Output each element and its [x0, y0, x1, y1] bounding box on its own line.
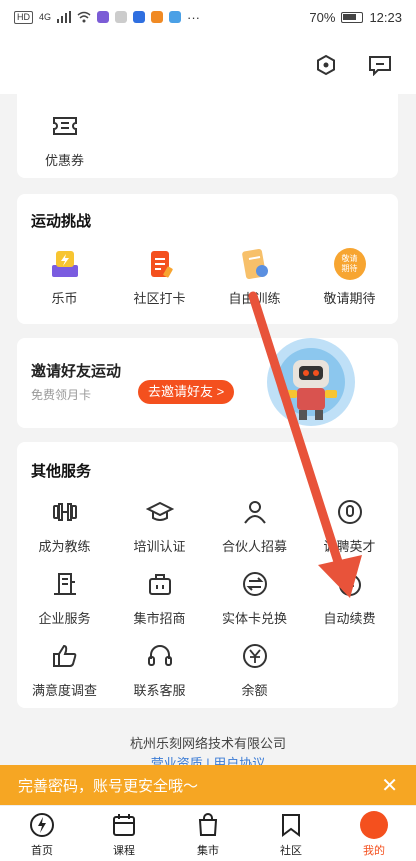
invite-friends-button[interactable]: 去邀请好友 >	[138, 380, 235, 404]
service-label: 企业服务	[38, 611, 91, 626]
building-icon	[17, 566, 112, 602]
service-label: 集市招商	[133, 611, 186, 626]
coupon-card: 优惠券	[17, 94, 398, 178]
challenge-label: 敬请期待	[323, 291, 376, 306]
clock: 12:23	[369, 9, 402, 25]
challenge-item-coming-soon[interactable]: 敬请 期待 敬请期待	[302, 246, 397, 307]
headset-icon	[112, 638, 207, 674]
tab-bar: 首页 课程 集市 社区 我的	[0, 805, 416, 861]
training-card-icon	[207, 246, 302, 282]
download-icon	[115, 11, 128, 23]
person-icon	[207, 494, 302, 530]
battery-icon	[341, 11, 364, 23]
exchange-icon	[207, 566, 302, 602]
tab-label: 我的	[363, 845, 385, 857]
status-left: HD 4G ···	[14, 10, 200, 25]
service-item-survey[interactable]: 满意度调查	[17, 638, 112, 699]
checkin-note-icon	[112, 246, 207, 282]
coin-box-icon	[17, 246, 112, 282]
service-label: 实体卡兑换	[221, 611, 287, 626]
shopping-bag-icon	[178, 810, 238, 840]
tab-label: 社区	[280, 845, 302, 857]
coupon-item[interactable]: 优惠券	[17, 108, 112, 169]
app-orange-icon	[151, 11, 164, 23]
invite-subtitle: 免费领月卡	[31, 388, 92, 402]
tab-courses[interactable]: 课程	[94, 810, 154, 858]
tab-label: 课程	[113, 845, 135, 857]
service-label: 诚聘英才	[323, 539, 376, 554]
ticket-icon	[17, 108, 112, 144]
status-more: ···	[187, 9, 201, 25]
status-right: 70% 12:23	[309, 10, 402, 25]
briefcase-icon	[112, 566, 207, 602]
challenge-item-coin[interactable]: 乐币	[17, 246, 112, 307]
avatar-icon	[344, 810, 404, 840]
tab-home[interactable]: 首页	[12, 810, 72, 858]
challenge-item-training[interactable]: 自由训练	[207, 246, 302, 307]
message-icon[interactable]	[367, 52, 393, 78]
password-banner[interactable]: 完善密码，账号更安全哦～ ✕	[0, 765, 416, 805]
service-label: 培训认证	[133, 539, 186, 554]
service-label: 自动续费	[323, 611, 376, 626]
status-bar: HD 4G ··· 70% 12:23	[0, 0, 416, 34]
signal-icon	[57, 11, 72, 23]
coming-soon-icon: 敬请 期待	[302, 246, 397, 282]
service-label: 余额	[241, 683, 268, 698]
service-item-auto-renew[interactable]: 自动续费	[302, 566, 397, 627]
dumbbell-icon	[17, 494, 112, 530]
battery-percent: 70%	[309, 9, 336, 25]
wifi-icon	[77, 11, 91, 23]
service-item-coach[interactable]: 成为教练	[17, 494, 112, 555]
tab-market[interactable]: 集市	[178, 810, 238, 858]
company-name: 杭州乐刻网络技术有限公司	[129, 736, 286, 751]
top-bar	[0, 34, 416, 94]
yen-circle-icon	[207, 638, 302, 674]
avatar	[360, 811, 388, 839]
calendar-icon	[94, 810, 154, 840]
close-icon[interactable]: ✕	[381, 773, 398, 798]
bookmark-icon	[261, 810, 321, 840]
service-item-hiring[interactable]: 诚聘英才	[302, 494, 397, 555]
challenge-label: 乐币	[51, 291, 78, 306]
tab-label: 首页	[31, 845, 53, 857]
app-notify-icon	[97, 11, 110, 23]
coupon-label: 优惠券	[44, 153, 84, 168]
thumbs-up-icon	[17, 638, 112, 674]
service-item-balance[interactable]: 余额	[207, 638, 302, 699]
network-label: 4G	[39, 12, 52, 22]
service-item-customer-service[interactable]: 联系客服	[112, 638, 207, 699]
music-icon	[169, 11, 182, 23]
service-item-partner[interactable]: 合伙人招募	[207, 494, 302, 555]
challenge-label: 社区打卡	[133, 291, 186, 306]
service-label: 成为教练	[38, 539, 91, 554]
challenge-label: 自由训练	[228, 291, 281, 306]
app-blue-icon	[133, 11, 146, 23]
tab-label: 集市	[197, 845, 219, 857]
service-label: 满意度调查	[31, 683, 97, 698]
invite-title: 邀请好友运动	[31, 363, 122, 380]
challenge-title: 运动挑战	[31, 213, 92, 230]
lightning-icon	[12, 810, 72, 840]
service-label: 联系客服	[133, 683, 186, 698]
tab-me[interactable]: 我的	[344, 810, 404, 858]
robot-mascot-image	[263, 334, 359, 430]
service-item-card-exchange[interactable]: 实体卡兑换	[207, 566, 302, 627]
coming-soon-badge: 敬请 期待	[333, 248, 366, 280]
challenge-card: 运动挑战 乐币 社区打卡 自由训练 敬请 期待 敬请期待	[17, 194, 398, 324]
service-label: 合伙人招募	[221, 539, 287, 554]
medal-icon	[302, 494, 397, 530]
graduation-cap-icon	[112, 494, 207, 530]
hd-badge: HD	[14, 10, 33, 24]
renew-yen-icon	[302, 566, 397, 602]
settings-icon[interactable]	[313, 52, 339, 78]
service-item-enterprise[interactable]: 企业服务	[17, 566, 112, 627]
tab-community[interactable]: 社区	[261, 810, 321, 858]
banner-text: 完善密码，账号更安全哦～	[18, 777, 199, 795]
invite-card[interactable]: 邀请好友运动 免费领月卡 去邀请好友 >	[17, 338, 398, 428]
challenge-item-checkin[interactable]: 社区打卡	[112, 246, 207, 307]
other-services-title: 其他服务	[31, 463, 92, 480]
service-item-merchant[interactable]: 集市招商	[112, 566, 207, 627]
service-item-training-cert[interactable]: 培训认证	[112, 494, 207, 555]
other-services-card: 其他服务 成为教练 培训认证 合伙人招募 诚聘英才 企业服务 集市招商 实体卡兑…	[17, 442, 398, 708]
